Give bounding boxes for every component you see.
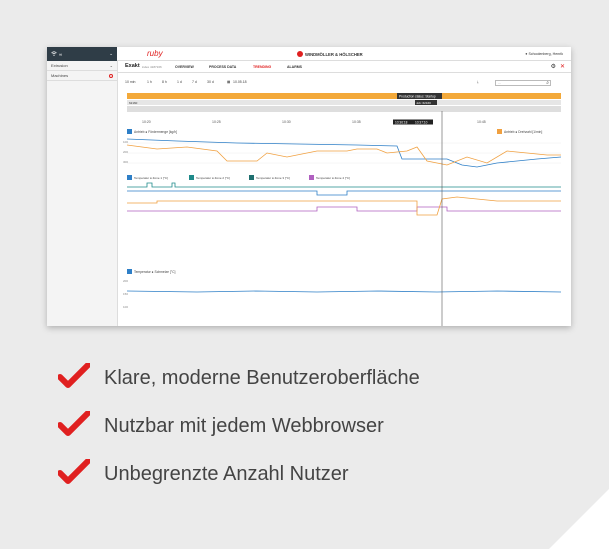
gray-row — [127, 106, 561, 112]
sidebar-item-machines[interactable]: Machines — [47, 71, 117, 81]
brand-logo: WINDMÖLLER & HÖLSCHER — [297, 51, 363, 57]
search-placeholder: ... — [498, 81, 501, 85]
cursor-time-2: 10:37:10 — [415, 120, 428, 124]
range-10min[interactable]: 10 min — [125, 80, 136, 84]
time-tick: 10:35 — [352, 120, 361, 124]
legend-swatch — [309, 175, 314, 180]
search-icon: ⌕ — [546, 80, 549, 86]
legend-label: Temperatur ● Schmelze [°C] — [134, 270, 176, 274]
legend-swatch — [127, 269, 132, 274]
legend-label: Antrieb ● Fördermenge [kg/h] — [134, 130, 177, 134]
series-line-blue-2 — [127, 190, 561, 196]
series-line-purple — [127, 206, 561, 212]
app-screenshot: ∞ ⌄ Extrusion ⌄ Machines ruby WINDMÖLLER… — [47, 47, 571, 326]
row-label: 62160 — [129, 101, 138, 105]
gear-icon[interactable]: ⚙ — [551, 63, 556, 70]
range-1h[interactable]: 1 h — [147, 80, 152, 84]
sidebar-item-extrusion[interactable]: Extrusion ⌄ — [47, 61, 117, 71]
y-tick: 100 — [123, 305, 128, 309]
legend-swatch — [189, 175, 194, 180]
y-tick: 200 — [123, 279, 128, 283]
checkmark-icon — [57, 410, 91, 442]
sidebar-top-label: ∞ — [59, 51, 63, 57]
machine-nav: Exakt index 4187166 OVERVIEW PROCESS DAT… — [117, 61, 571, 73]
download-icon[interactable]: ⤓ — [477, 80, 479, 84]
range-1d[interactable]: 1 d — [177, 80, 182, 84]
tab-process-data[interactable]: PROCESS DATA — [209, 65, 236, 69]
cursor-time: 10:36:18 — [395, 120, 408, 124]
job-label: Job: 62160 — [416, 101, 431, 105]
user-menu[interactable]: ● Schoolenberg, Henrik — [525, 52, 563, 56]
feature-text: Unbegrenzte Anzahl Nutzer — [104, 463, 349, 485]
brand-emblem-icon — [297, 51, 303, 57]
legend-swatch-right — [497, 129, 502, 134]
date-picker[interactable]: 10.05.18 — [233, 80, 247, 84]
feature-card: ∞ ⌄ Extrusion ⌄ Machines ruby WINDMÖLLER… — [0, 0, 609, 549]
close-icon[interactable]: ✕ — [560, 63, 565, 70]
tab-alarms[interactable]: ALARMS — [287, 65, 302, 69]
feature-text: Nutzbar mit jedem Webbrowser — [104, 415, 384, 437]
legend-label: Temperatur ● Zone 1 [°C] — [134, 176, 168, 180]
checkmark-icon — [57, 458, 91, 490]
legend-swatch — [127, 129, 132, 134]
time-tick: 10:20 — [142, 120, 151, 124]
topbar: ruby WINDMÖLLER & HÖLSCHER ● Schoolenber… — [117, 47, 571, 61]
tab-overview[interactable]: OVERVIEW — [175, 65, 194, 69]
legend-swatch — [249, 175, 254, 180]
feature-text: Klare, moderne Benutzeroberfläche — [104, 367, 420, 389]
y-tick: 300 — [123, 160, 128, 164]
series-line-orange — [126, 144, 561, 166]
range-30d[interactable]: 30 d — [207, 80, 214, 84]
chevron-down-icon: ⌄ — [109, 51, 113, 56]
machine-subtitle: index 4187166 — [142, 65, 162, 69]
range-8h[interactable]: 8 h — [162, 80, 167, 84]
trend-charts: Production status: Startup 62160 Job: 62… — [123, 93, 562, 326]
legend-swatch — [127, 175, 132, 180]
sidebar: ∞ ⌄ Extrusion ⌄ Machines — [47, 47, 118, 326]
time-tick: 10:25 — [212, 120, 221, 124]
brand-name: WINDMÖLLER & HÖLSCHER — [305, 51, 363, 57]
range-7d[interactable]: 7 d — [192, 80, 197, 84]
series-line-orange-2 — [127, 196, 561, 216]
nav-icons: ⚙ ✕ — [551, 63, 565, 70]
user-name: Schoolenberg, Henrik — [528, 52, 563, 56]
y-tick: 200 — [123, 150, 128, 154]
time-tick: 10:30 — [282, 120, 291, 124]
sidebar-header[interactable]: ∞ ⌄ — [47, 47, 117, 61]
search-input[interactable]: ... ⌕ — [495, 80, 551, 86]
series-line-teal — [127, 182, 561, 188]
series-line-blue-3 — [126, 290, 562, 293]
chevron-down-icon: ⌄ — [109, 63, 113, 68]
feature-item: Klare, moderne Benutzeroberfläche — [57, 362, 420, 394]
tab-trending[interactable]: TRENDING — [253, 65, 271, 69]
feature-item: Unbegrenzte Anzahl Nutzer — [57, 458, 349, 490]
time-tick: 10:45 — [477, 120, 486, 124]
machine-title: Exakt — [125, 63, 140, 69]
wifi-icon — [51, 51, 57, 57]
sidebar-item-label: Machines — [51, 73, 69, 78]
ruby-logo: ruby — [147, 49, 163, 58]
radio-dot-icon — [109, 73, 113, 78]
y-tick: 150 — [123, 292, 128, 296]
legend-label-right: Antrieb ● Drehzahl [1/min] — [504, 130, 542, 134]
legend-label: Temperatur ● Zone 2 [°C] — [196, 176, 230, 180]
folded-corner — [549, 489, 609, 549]
checkmark-icon — [57, 362, 91, 394]
time-range-bar: 10 min 1 h 8 h 1 d 7 d 30 d ▦ 10.05.18 ⤓… — [117, 73, 571, 91]
calendar-icon[interactable]: ▦ — [227, 80, 230, 84]
legend-label: Temperatur ● Zone 3 [°C] — [256, 176, 290, 180]
sidebar-item-label: Extrusion — [51, 63, 68, 68]
y-tick: 100 — [123, 140, 128, 144]
job-row-bg — [127, 100, 561, 105]
status-bar — [127, 93, 561, 99]
feature-item: Nutzbar mit jedem Webbrowser — [57, 410, 384, 442]
legend-label: Temperatur ● Zone 4 [°C] — [316, 176, 350, 180]
status-label: Production status: Startup — [399, 95, 436, 99]
